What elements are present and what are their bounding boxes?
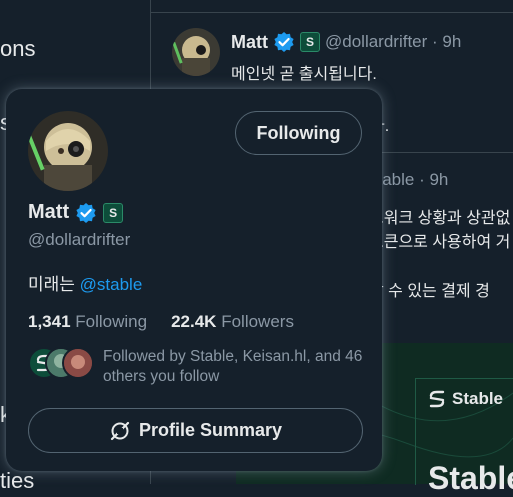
tweet-text: 크워크 상황과 상관없 <box>369 210 511 227</box>
tweet-text: 할 수 있는 결제 경 <box>369 283 490 300</box>
profile-handle[interactable]: @dollardrifter <box>28 230 130 250</box>
media-logo: Stable <box>427 389 503 409</box>
following-count: 1,341 <box>28 312 71 331</box>
tweet-text: 토큰으로 사용하여 거 <box>369 234 511 251</box>
following-button[interactable]: Following <box>235 111 362 155</box>
tweet-text: 메인넷 곧 출시됩니다. <box>231 66 377 83</box>
profile-summary-button[interactable]: Profile Summary <box>28 408 363 453</box>
followed-by-avatars[interactable] <box>28 347 94 379</box>
media-title: Stable <box>428 460 513 496</box>
stable-logo-icon <box>429 390 445 408</box>
verified-badge-icon <box>274 32 294 52</box>
verified-badge-icon <box>76 202 96 223</box>
nav-item-partial[interactable]: ons <box>0 36 35 62</box>
tweet-author-name[interactable]: Matt <box>231 32 268 53</box>
row-divider <box>151 12 513 13</box>
profile-bio: 미래는 @stable <box>28 270 142 295</box>
following-label: Following <box>75 312 148 331</box>
followed-by-text[interactable]: Followed by Stable, Keisan.hl, and 46 ot… <box>103 347 365 387</box>
stable-affiliate-icon[interactable]: S <box>103 202 124 223</box>
following-stat[interactable]: 1,341 Following <box>28 312 147 332</box>
followers-label: Followers <box>221 312 294 331</box>
stable-affiliate-icon[interactable]: S <box>300 32 320 52</box>
followers-count: 22.4K <box>171 312 217 331</box>
profile-name-row: Matt S <box>28 201 124 224</box>
bio-text: 미래는 <box>28 275 80 294</box>
follower-avatar <box>62 347 94 379</box>
nav-item-partial[interactable]: ties <box>0 468 34 494</box>
profile-stats: 1,341 Following 22.4K Followers <box>28 312 294 332</box>
tweet-header: Matt S @dollardrifter · 9h <box>231 31 461 53</box>
profile-summary-label: Profile Summary <box>138 420 283 440</box>
tweet-avatar[interactable] <box>172 28 220 76</box>
followers-stat[interactable]: 22.4K Followers <box>171 312 294 332</box>
tweet-handle-time[interactable]: @dollardrifter · 9h <box>325 32 461 52</box>
profile-name[interactable]: Matt <box>28 201 69 224</box>
grok-icon <box>110 421 130 440</box>
avatar[interactable] <box>28 111 108 191</box>
media-logo-text: Stable <box>452 389 504 408</box>
bio-mention-link[interactable]: @stable <box>80 275 143 294</box>
